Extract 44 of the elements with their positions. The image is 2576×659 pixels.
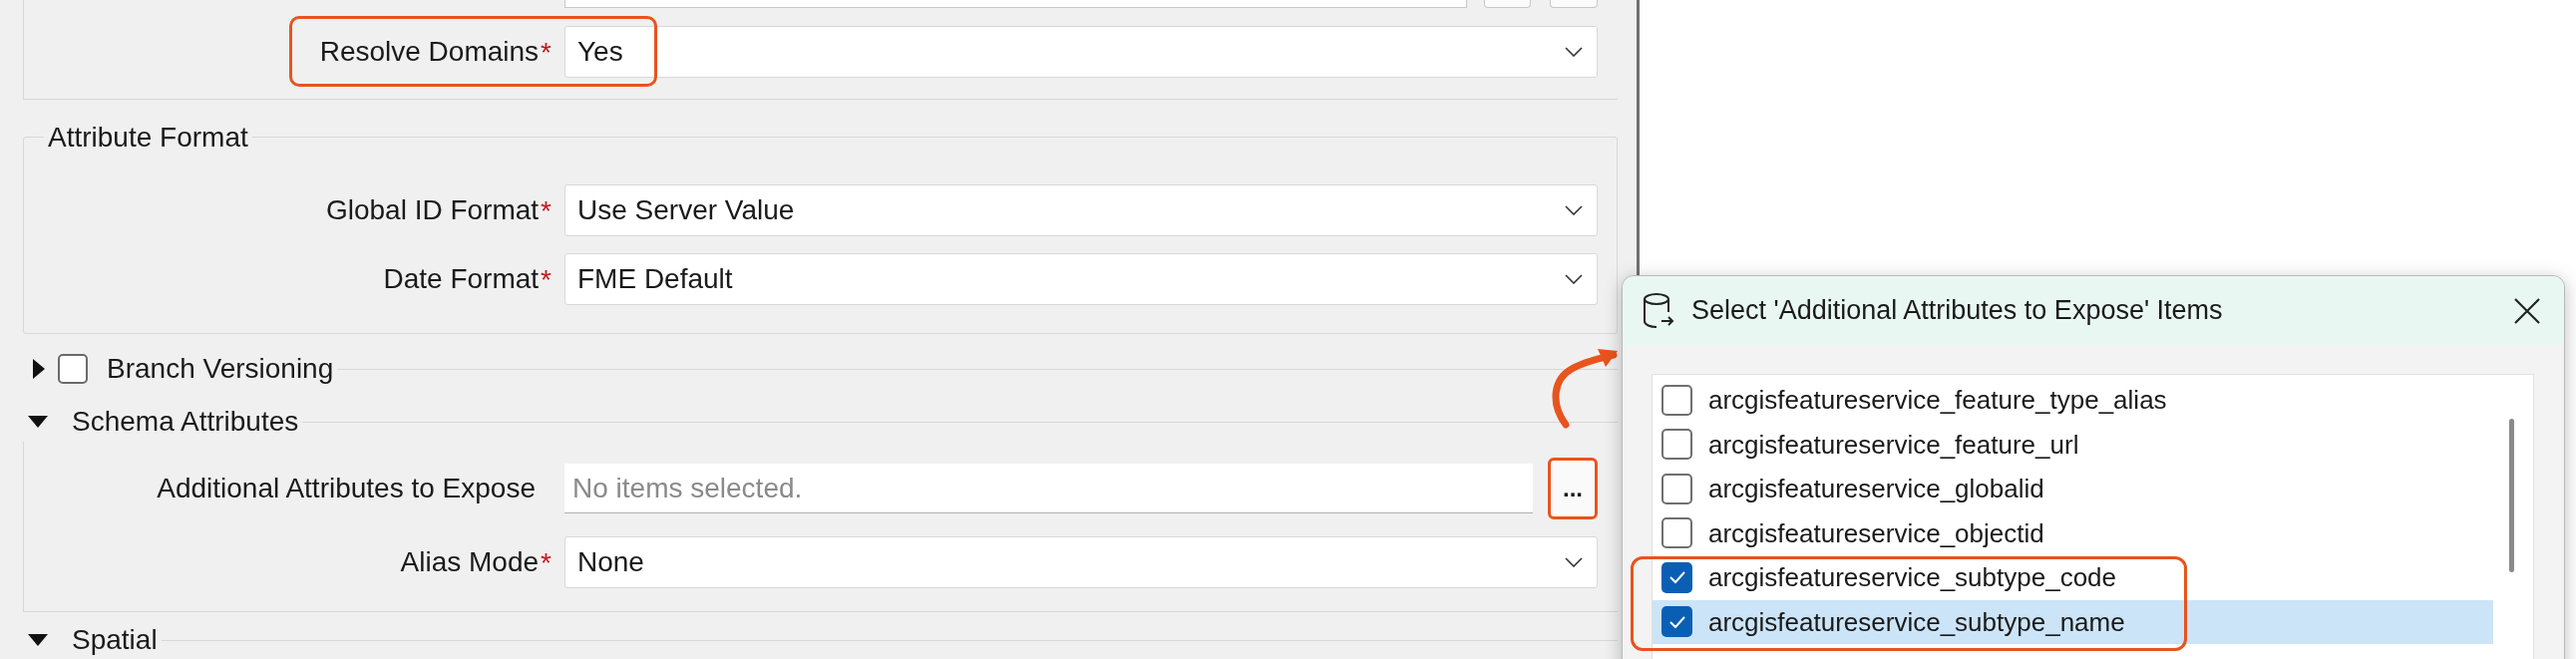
section-title[interactable]: Schema Attributes — [72, 408, 299, 436]
list-item[interactable]: arcgisfeatureservice_feature_type_alias — [1653, 378, 2493, 423]
required-mark: * — [541, 266, 552, 294]
chevron-down-icon — [1565, 556, 1583, 567]
section-title[interactable]: Spatial — [72, 626, 158, 654]
scrollbar-thumb[interactable] — [2509, 419, 2514, 572]
checkbox[interactable] — [1661, 517, 1692, 549]
checkbox[interactable] — [58, 354, 88, 384]
chevron-down-icon — [1565, 46, 1583, 57]
chevron-down-icon — [1565, 205, 1583, 215]
list-item[interactable]: arcgisfeatureservice_subtype_name — [1653, 599, 2493, 644]
input-field[interactable]: No items selected. — [564, 464, 1533, 513]
field-label: Resolve Domains — [319, 37, 540, 66]
field-label: Alias Mode — [400, 547, 540, 576]
required-mark: * — [541, 548, 552, 577]
dropdown[interactable]: None — [564, 535, 1598, 588]
list-item[interactable]: arcgisfeatureservice_feature_url — [1653, 422, 2493, 467]
checkbox[interactable] — [1661, 561, 1692, 593]
checkbox[interactable] — [1661, 473, 1692, 504]
dropdown[interactable]: Yes — [564, 25, 1598, 78]
dropdown[interactable]: Use Server Value — [564, 184, 1598, 236]
checkbox[interactable] — [1661, 606, 1692, 638]
required-mark: * — [541, 38, 552, 67]
list-item[interactable]: arcgisfeatureservice_objectid — [1653, 510, 2493, 555]
collapse-triangle-icon[interactable] — [27, 415, 49, 429]
close-icon[interactable] — [2512, 295, 2542, 326]
checkmark-icon — [1667, 570, 1686, 585]
dialog-title: Select 'Additional Attributes to Expose' Items — [1691, 297, 2223, 324]
checkbox[interactable] — [1661, 384, 1692, 416]
checkbox[interactable] — [1661, 429, 1692, 461]
list-item[interactable]: arcgisfeatureservice_subtype_code — [1653, 555, 2493, 600]
required-mark: * — [541, 197, 552, 225]
dropdown[interactable]: FME Default — [564, 253, 1598, 305]
expand-triangle-icon[interactable] — [32, 358, 46, 380]
field-label: Global ID Format — [325, 196, 540, 224]
field-label: Date Format — [383, 265, 540, 293]
ellipsis-button[interactable]: ... — [1548, 458, 1598, 519]
database-icon — [1642, 291, 1675, 330]
list-item[interactable]: arcgisfeatureservice_globalid — [1653, 467, 2493, 511]
section-title[interactable]: Branch Versioning — [107, 355, 334, 383]
collapse-triangle-icon[interactable] — [27, 633, 49, 647]
chevron-down-icon — [1565, 274, 1583, 284]
checkmark-icon — [1667, 614, 1686, 629]
field-label: Additional Attributes to Expose — [157, 475, 536, 502]
